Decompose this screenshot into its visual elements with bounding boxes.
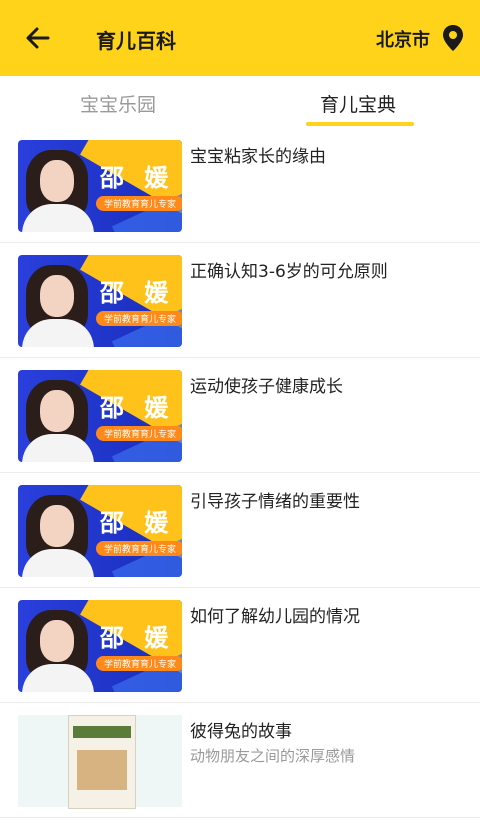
article-title: 引导孩子情绪的重要性	[190, 492, 360, 512]
article-thumbnail: 邵 媛 学前教育育儿专家	[18, 485, 182, 577]
article-title: 如何了解幼儿园的情况	[190, 607, 360, 627]
article-thumbnail: 邵 媛 学前教育育儿专家	[18, 255, 182, 347]
list-item[interactable]: 邵 媛 学前教育育儿专家 正确认知3-6岁的可允原则	[0, 243, 480, 358]
tab-baby-park[interactable]: 宝宝乐园	[80, 90, 156, 117]
tab-bar: 宝宝乐园 育儿宝典	[0, 76, 480, 128]
list-item[interactable]: 邵 媛 学前教育育儿专家 运动使孩子健康成长	[0, 358, 480, 473]
tab-parenting-guide[interactable]: 育儿宝典	[320, 90, 396, 117]
thumbnail-name: 邵 媛	[100, 394, 175, 422]
thumbnail-tag: 学前教育育儿专家	[96, 656, 182, 671]
thumbnail-tag: 学前教育育儿专家	[96, 311, 182, 326]
article-title: 运动使孩子健康成长	[190, 377, 343, 397]
thumbnail-name: 邵 媛	[100, 164, 175, 192]
article-thumbnail: 邵 媛 学前教育育儿专家	[18, 370, 182, 462]
article-title: 正确认知3-6岁的可允原则	[190, 262, 388, 282]
article-thumbnail: 邵 媛 学前教育育儿专家	[18, 140, 182, 232]
city-selector[interactable]: 北京市	[376, 26, 430, 52]
active-tab-indicator	[306, 122, 414, 126]
thumbnail-name: 邵 媛	[100, 509, 175, 537]
back-arrow-icon[interactable]	[24, 24, 52, 52]
location-pin-icon[interactable]	[442, 24, 464, 52]
thumbnail-tag: 学前教育育儿专家	[96, 426, 182, 441]
book-thumbnail	[18, 715, 182, 809]
thumbnail-name: 邵 媛	[100, 624, 175, 652]
thumbnail-tag: 学前教育育儿专家	[96, 541, 182, 556]
app-header: 育儿百科 北京市	[0, 0, 480, 76]
article-title: 彼得兔的故事	[190, 722, 292, 742]
article-title: 宝宝粘家长的缘由	[190, 147, 326, 167]
list-item[interactable]: 邵 媛 学前教育育儿专家 如何了解幼儿园的情况	[0, 588, 480, 703]
list-item[interactable]: 邵 媛 学前教育育儿专家 宝宝粘家长的缘由	[0, 128, 480, 243]
page-title: 育儿百科	[96, 29, 176, 53]
article-subtitle: 动物朋友之间的深厚感情	[190, 747, 356, 765]
book-cover-image	[68, 715, 136, 809]
list-item[interactable]: 彼得兔的故事 动物朋友之间的深厚感情	[0, 703, 480, 818]
thumbnail-tag: 学前教育育儿专家	[96, 196, 182, 211]
thumbnail-name: 邵 媛	[100, 279, 175, 307]
article-list: 邵 媛 学前教育育儿专家 宝宝粘家长的缘由 邵 媛 学前教育育儿专家 正确认知3…	[0, 128, 480, 818]
article-thumbnail: 邵 媛 学前教育育儿专家	[18, 600, 182, 692]
list-item[interactable]: 邵 媛 学前教育育儿专家 引导孩子情绪的重要性	[0, 473, 480, 588]
